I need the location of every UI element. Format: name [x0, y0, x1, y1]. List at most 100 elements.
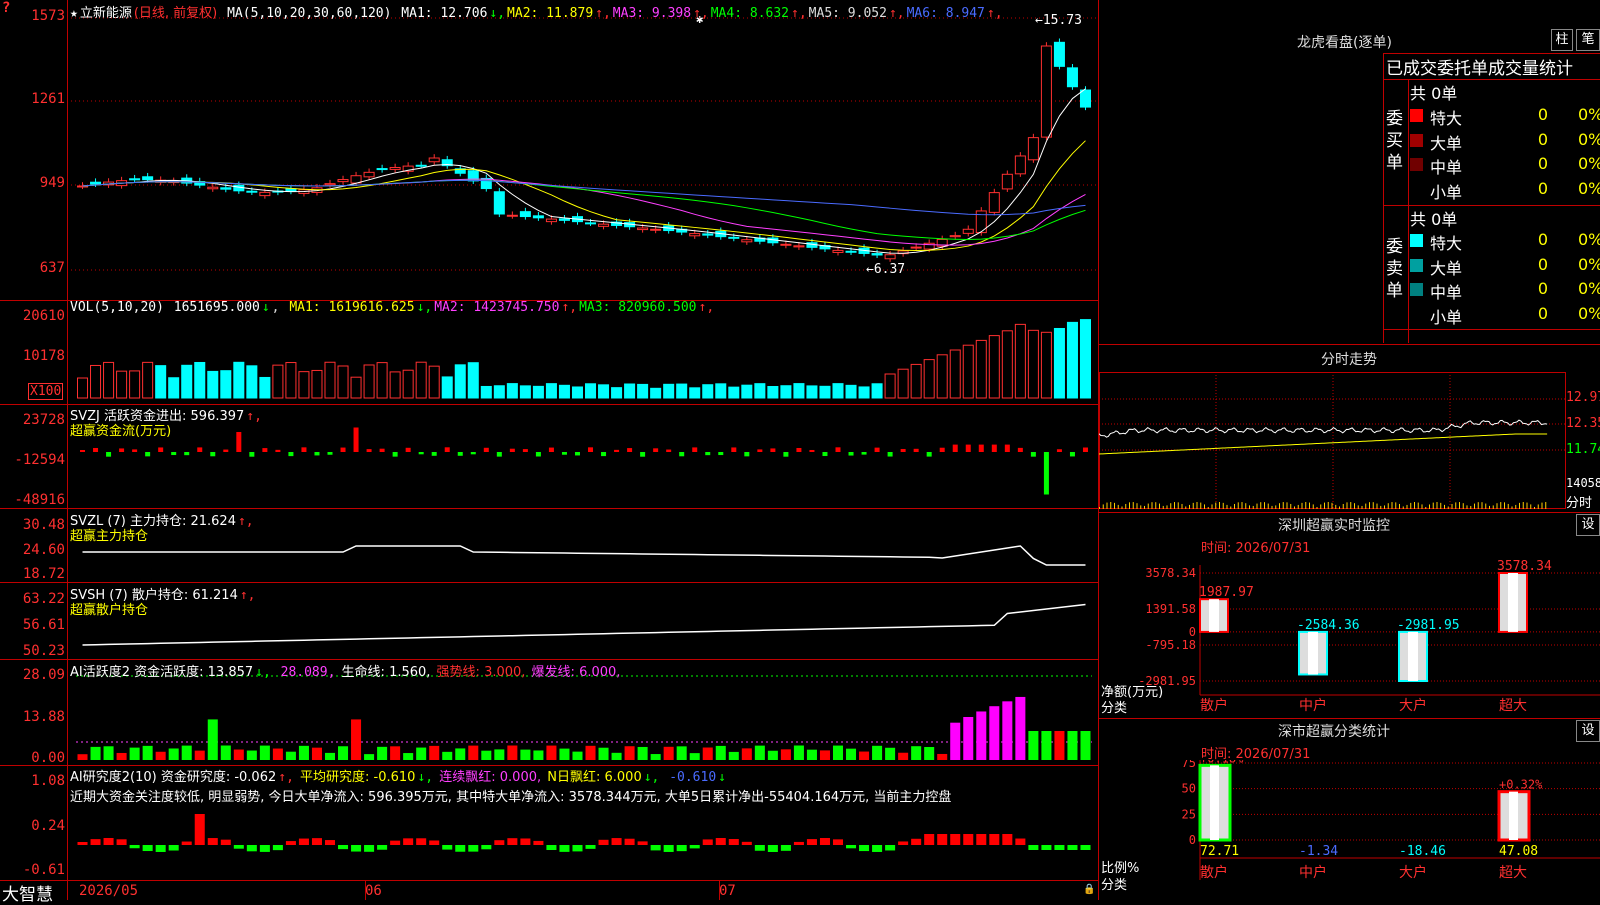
ai-active-bar [715, 745, 726, 760]
svzj-bar [119, 448, 125, 452]
svzl-line [82, 545, 1086, 566]
order-swatch [1410, 158, 1423, 171]
stats-category-label: 大户 [1399, 864, 1427, 881]
volume-bar [558, 384, 570, 399]
candle-body [389, 166, 401, 170]
volume-bar [936, 354, 948, 399]
svzj-bar [718, 452, 724, 456]
ai-active-bar [637, 746, 648, 760]
timeline-label: 2026/05 [79, 883, 139, 899]
volume-bar [884, 373, 896, 399]
svzj-bar [1030, 452, 1036, 457]
svzj-bar [275, 449, 281, 452]
ma-value-1: MA1: 1619616.625 [289, 300, 415, 315]
svzj-bar [796, 447, 802, 452]
ai-active-bar [220, 745, 231, 760]
monitor-value-label: -2584.36 [1297, 618, 1360, 633]
volume-bar [389, 371, 401, 399]
monitor-category-label: 大户 [1399, 697, 1427, 714]
intraday-vol-bar [1110, 502, 1112, 509]
sz-stats-settings-button[interactable]: 设 [1576, 720, 1600, 742]
kline-chart[interactable] [0, 0, 1099, 900]
vol-unit-label[interactable]: X100 [28, 383, 64, 400]
research-bar [728, 839, 739, 845]
stats-category-label: 散户 [1200, 864, 1228, 881]
sz-monitor-title: 深圳超赢实时监控 [1278, 518, 1390, 534]
volume-bar [467, 362, 479, 399]
ai-active-bar [793, 745, 804, 760]
intraday-vol-bar [1147, 503, 1149, 509]
intraday-vol-bar [1462, 503, 1464, 509]
intraday-vol-bar [1339, 506, 1340, 509]
pen-mode-button[interactable]: 笔 [1576, 29, 1600, 51]
research-bar [637, 841, 648, 845]
sz-stats-xlabel: 分类 [1101, 878, 1128, 893]
svzj-bar [106, 452, 112, 457]
volume-bar [975, 339, 987, 399]
volume-bar [363, 364, 375, 399]
ai-active-bar [90, 746, 101, 760]
intraday-vol-bar [1099, 507, 1100, 509]
intraday-vol-bar [1290, 503, 1292, 509]
research-bar [351, 845, 362, 852]
sz-monitor-settings-button[interactable]: 设 [1576, 514, 1600, 536]
research-bar [754, 845, 765, 851]
intraday-vol-bar [1200, 502, 1202, 509]
intraday-vol-bar [1237, 502, 1239, 509]
bar-mode-button[interactable]: 柱 [1551, 29, 1573, 51]
candle-body [988, 192, 1000, 213]
intraday-chart[interactable] [1099, 372, 1566, 509]
research-bar [311, 838, 322, 845]
sz-stats-chart[interactable]: 75 50 25 0 +0.18% 72.71 散户 -1.34 中户 -18.46 大户 +0.32… [1099, 760, 1600, 900]
ai-active-bar [481, 750, 492, 760]
research-bar [520, 838, 531, 845]
ai-axis-label: 13.88 [22, 709, 65, 725]
intraday-vol-bar [1129, 502, 1130, 509]
svzj-bar [1082, 447, 1088, 452]
svsh-axis-label: 63.22 [22, 591, 65, 607]
intraday-vol-bar [1444, 504, 1445, 509]
candle-body [1066, 67, 1078, 88]
research-bar [481, 845, 492, 850]
volume-bar [402, 369, 414, 399]
research-bar [390, 840, 401, 845]
ai-active-v5: 爆发线: 6.000, [527, 665, 621, 680]
candle-body [780, 243, 792, 246]
volume-bar [754, 383, 766, 399]
research-bar [259, 845, 270, 852]
svzj-bar [392, 452, 398, 457]
research-bar [741, 841, 752, 845]
candle-body [220, 187, 232, 190]
research-bar [1002, 834, 1013, 845]
ai-active-bar [155, 751, 166, 760]
ai-active-bar [468, 745, 479, 760]
intraday-vol-bar [1125, 503, 1127, 509]
intraday-vol-bar [1477, 502, 1479, 509]
research-bar [806, 839, 817, 845]
volume-bar [142, 361, 154, 399]
intraday-vol-bar [1451, 503, 1453, 509]
svzj-bar [848, 452, 854, 456]
intraday-vol-bar [1429, 504, 1430, 509]
stats-value-label: 47.08 [1499, 844, 1538, 859]
ai-active-bar [311, 747, 322, 760]
research-comment: 近期大资金关注度较低, 明显弱势, 今日大单净流入: 596.395万元, 其中… [70, 790, 952, 805]
low-price-label: ←6.37 [866, 262, 906, 277]
volume-bar [259, 376, 271, 399]
intraday-vol-bar [1500, 502, 1502, 509]
ai-active-bar [676, 746, 687, 760]
order-row: 中单 0 0% [1408, 153, 1600, 177]
candle-body [689, 233, 701, 237]
intraday-vol-bar [1470, 505, 1472, 509]
volume-bar [1040, 331, 1052, 399]
sz-monitor-chart[interactable]: 3578.34 1391.58 0-795.18 -2981.95 1987.97 散户 -… [1099, 555, 1600, 715]
svzj-bar [561, 452, 567, 455]
ai-active-v3: 生命线: 1.560, [337, 665, 431, 680]
ai-active-bar [976, 711, 987, 760]
ma-lines [82, 88, 1086, 254]
lock-icon[interactable]: 🔒 [1083, 884, 1095, 895]
candle-body [493, 191, 505, 215]
intraday-vol-bar [1496, 503, 1498, 509]
intraday-vol-label: 14058 [1566, 476, 1600, 490]
ai-active-legend: AI活跃度2 资金活跃度: 13.857 ↓, 28.089, 生命线: 1.56… [70, 661, 622, 680]
